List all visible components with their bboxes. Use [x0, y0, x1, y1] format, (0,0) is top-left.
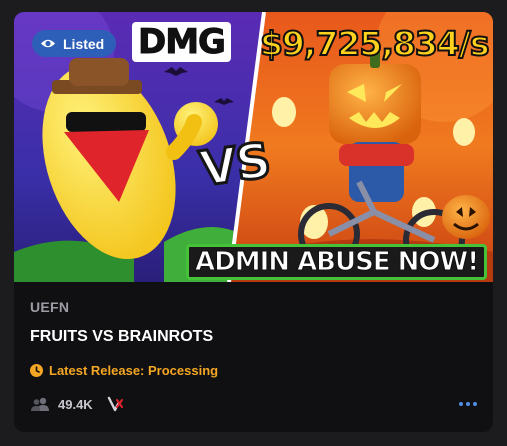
clock-icon: [30, 364, 43, 377]
more-dot: [473, 402, 477, 406]
thumbnail-center-text: VS: [195, 131, 275, 199]
thumbnail-left-text: DMG: [132, 22, 231, 63]
listed-badge-label: Listed: [63, 35, 105, 52]
players-icon: [30, 397, 50, 411]
island-title[interactable]: FRUITS VS BRAINROTS: [30, 328, 213, 346]
more-dot: [466, 402, 470, 406]
player-count: 49.4K: [58, 396, 93, 412]
thumbnail-banner-text: ADMIN ABUSE NOW!: [186, 244, 488, 280]
thumbnail-image[interactable]: Listed DMG $9,725,834/s VS ADMIN ABUSE N…: [14, 12, 493, 282]
listed-badge: Listed: [32, 30, 117, 57]
more-options-icon[interactable]: [455, 394, 481, 414]
release-status: Latest Release: Processing: [30, 363, 218, 378]
card-info: UEFN FRUITS VS BRAINROTS Latest Release:…: [14, 282, 493, 432]
verse-icon: [107, 395, 125, 413]
stats-row: 49.4K: [30, 395, 125, 413]
category-label: UEFN: [30, 299, 70, 315]
release-status-text: Latest Release: Processing: [49, 363, 219, 378]
eye-icon: [40, 38, 56, 49]
island-card[interactable]: Listed DMG $9,725,834/s VS ADMIN ABUSE N…: [14, 12, 493, 432]
thumbnail-right-text: $9,725,834/s: [259, 23, 490, 64]
more-dot: [459, 402, 463, 406]
